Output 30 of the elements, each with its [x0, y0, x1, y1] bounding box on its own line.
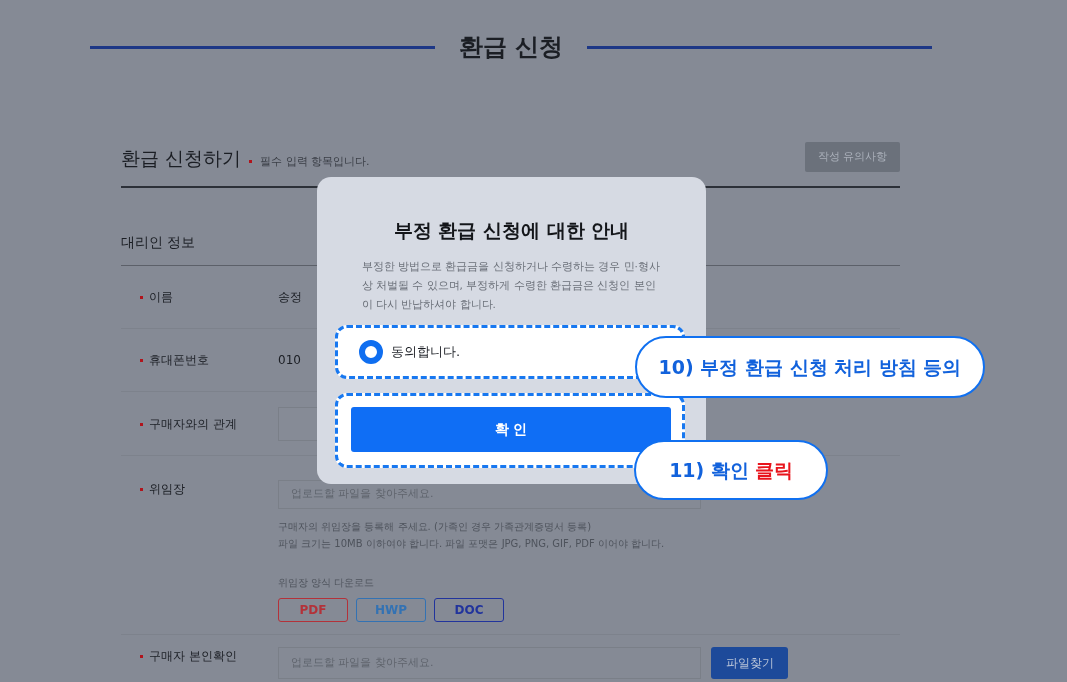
required-bullet: [140, 359, 143, 362]
required-bullet: [140, 655, 143, 658]
dialog-message: 부정한 방법으로 환급금을 신청하거나 수령하는 경우 민·형사상 처벌될 수 있으며, 부정하게 수령한 환급금은 신청인 본인이 다시 반납하셔야 합니다.: [361, 259, 661, 312]
file-search-button[interactable]: 파일찾기: [711, 647, 788, 679]
callout-highlight: 클릭: [754, 457, 793, 483]
step-callout: 10) 부정 환급 신청 처리 방침 등의: [635, 336, 985, 398]
field-label: 휴대폰번호: [149, 352, 209, 369]
required-bullet: [249, 159, 253, 163]
required-bullet: [140, 488, 143, 491]
download-button[interactable]: PDF: [278, 598, 348, 622]
dialog-title: 부정 환급 신청에 대한 안내: [393, 218, 630, 243]
field-label: 구매자와의 관계: [149, 415, 237, 433]
callout-text: 11) 확인: [669, 457, 749, 483]
section-title: 대리인 정보: [121, 233, 196, 252]
field-label: 위임장: [149, 481, 185, 498]
page-title: 환급 신청: [458, 32, 564, 63]
confirm-button[interactable]: 확 인: [351, 407, 671, 452]
required-bullet: [140, 422, 143, 426]
required-bullet: [140, 296, 143, 299]
required-note: 필수 입력 항목입니다.: [260, 154, 370, 170]
field-value: 송정: [278, 289, 302, 306]
form-title: 환급 신청하기: [121, 146, 242, 171]
download-button[interactable]: DOC: [434, 598, 504, 622]
notice-button[interactable]: 작성 유의사항: [805, 142, 900, 172]
download-button[interactable]: HWP: [356, 598, 426, 622]
field-label: 구매자 본인확인: [149, 648, 237, 665]
field-label: 이름: [149, 289, 173, 306]
agree-label: 동의합니다.: [391, 343, 461, 362]
agree-option[interactable]: 동의합니다.: [340, 330, 620, 374]
field-value: 010: [278, 352, 301, 369]
